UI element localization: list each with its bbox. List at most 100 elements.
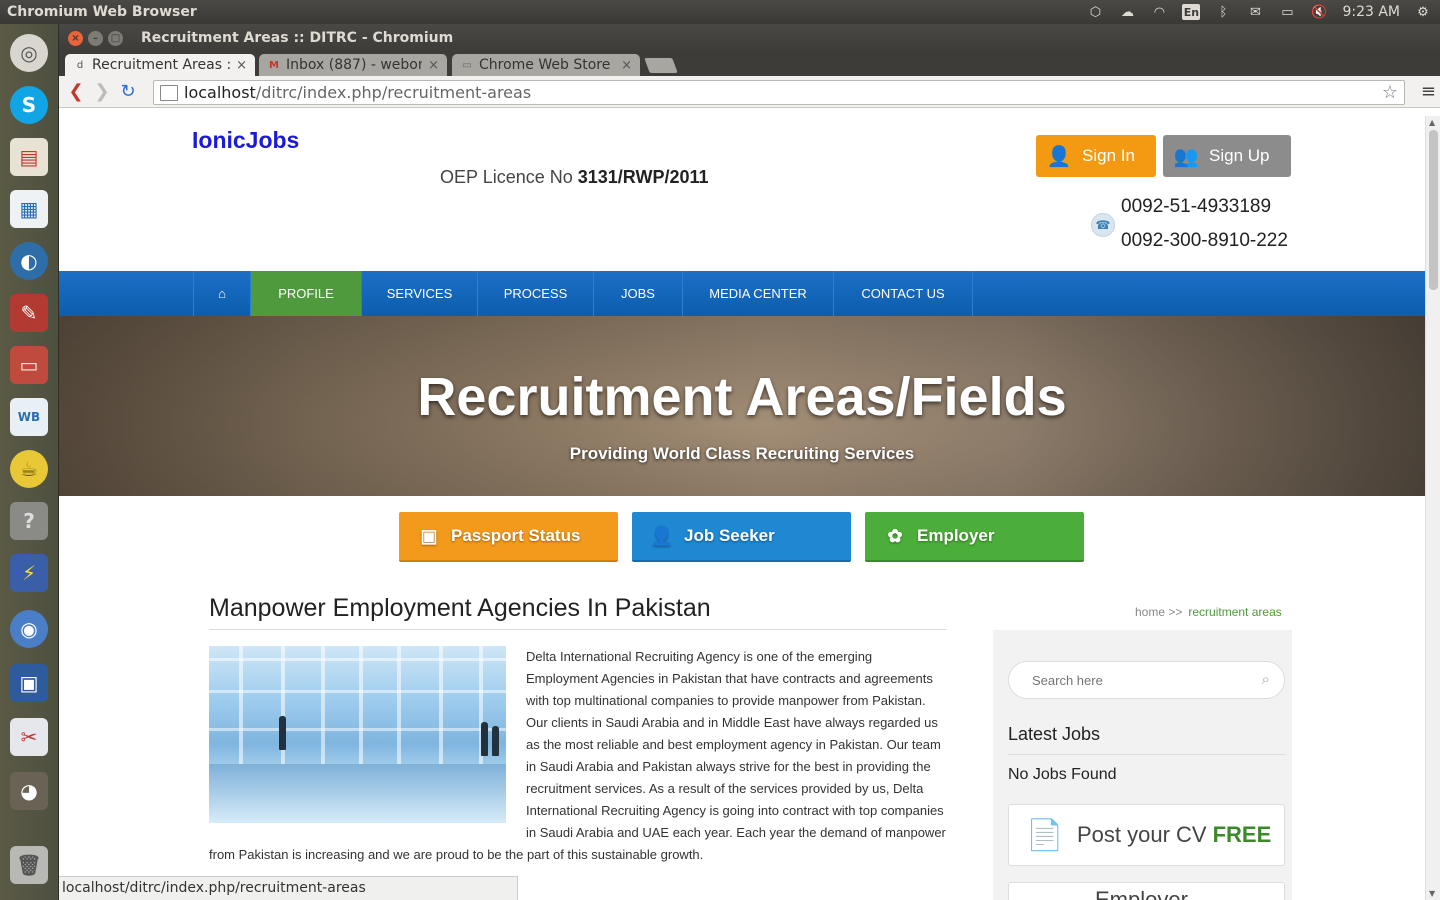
forward-arrow-icon[interactable]: ❯ (89, 79, 115, 105)
post-cv-banner[interactable]: 📄 Post your CV FREE (1008, 804, 1285, 866)
status-bubble: localhost/ditrc/index.php/recruitment-ar… (59, 876, 518, 900)
system-app-title: Chromium Web Browser (7, 4, 197, 20)
passport-status-button[interactable]: ▣ Passport Status (399, 512, 618, 562)
teapot-icon[interactable]: ☕ (5, 446, 53, 492)
store-favicon-icon: ▭ (462, 59, 472, 71)
image-beam (209, 658, 506, 661)
breadcrumb: home >> recruitment areas (1135, 605, 1282, 619)
scroll-thumb[interactable] (1429, 130, 1438, 290)
nav-contact-us[interactable]: CONTACT US (833, 271, 973, 316)
remote-desktop-icon[interactable]: ⚡ (5, 550, 53, 596)
mail-icon[interactable]: ✉ (1246, 4, 1264, 20)
window-close-icon[interactable]: × (68, 30, 83, 46)
users-group-icon: 👥 (1173, 145, 1199, 168)
document-icon: 📄 (1026, 818, 1064, 852)
bookmark-star-icon[interactable]: ☆ (1382, 82, 1398, 103)
window-title: Recruitment Areas :: DITRC - Chromium (141, 30, 454, 46)
window-maximize-icon[interactable]: □ (108, 30, 123, 46)
search-icon[interactable]: ⌕ (1262, 671, 1270, 688)
job-seeker-button[interactable]: 👤 Job Seeker (632, 512, 851, 562)
nav-media-center[interactable]: MEDIA CENTER (682, 271, 833, 316)
mysql-workbench-icon[interactable]: WB (5, 394, 53, 440)
help-icon[interactable]: ? (5, 498, 53, 544)
sign-up-label: Sign Up (1209, 146, 1270, 165)
page-scrollbar[interactable]: ▲ ▼ (1425, 116, 1440, 900)
wifi-icon[interactable]: ◠ (1150, 4, 1168, 20)
home-icon: ⌂ (218, 286, 226, 301)
impress-icon[interactable]: ▤ (5, 134, 53, 180)
keyboard-layout-indicator[interactable]: En (1182, 4, 1201, 20)
battery-icon[interactable]: ▭ (1278, 4, 1296, 20)
browser-toolbar: ❮ ❯ ↻ localhost/ditrc/index.php/recruitm… (59, 76, 1440, 108)
tab-label: Recruitment Areas :: DITRC (92, 57, 230, 73)
employer-button[interactable]: ✿ Employer (865, 512, 1084, 562)
reload-icon[interactable]: ↻ (115, 79, 141, 105)
image-beam (209, 690, 506, 693)
skype-icon[interactable]: S (5, 82, 53, 128)
clock[interactable]: 9:23 AM (1342, 4, 1400, 20)
browser-menu-icon[interactable]: ≡ (1421, 81, 1436, 102)
gmail-favicon-icon: M (269, 59, 279, 71)
group-icon: ✿ (887, 525, 903, 546)
system-tray: ⬡ ☁ ◠ En ᛒ ✉ ▭ 🔇 9:23 AM ⚙ (1086, 0, 1432, 24)
tab-inbox[interactable]: M Inbox (887) - webone × (259, 54, 447, 76)
chromium-icon[interactable]: ◉ (5, 606, 53, 652)
scroll-up-arrow-icon[interactable]: ▲ (1429, 118, 1435, 127)
dash-home-icon[interactable]: ◎ (5, 30, 53, 76)
system-settings-icon[interactable]: ✎ (5, 290, 53, 336)
tab-close-icon[interactable]: × (621, 58, 632, 73)
sign-up-button[interactable]: 👥 Sign Up (1163, 135, 1291, 177)
phone-number-2: 0092-300-8910-222 (1121, 230, 1288, 251)
new-tab-button[interactable] (644, 58, 678, 73)
page-heading: Manpower Employment Agencies In Pakistan (209, 594, 711, 622)
address-bar[interactable]: localhost/ditrc/index.php/recruitment-ar… (153, 80, 1405, 105)
site-logo[interactable]: IonicJobs (192, 127, 299, 154)
tab-close-icon[interactable]: × (236, 58, 247, 73)
nav-services[interactable]: SERVICES (361, 271, 477, 316)
settings-gear-icon[interactable]: ⚙ (1414, 4, 1432, 20)
tab-close-icon[interactable]: × (428, 58, 439, 73)
thunderbird-icon[interactable]: ◐ (5, 238, 53, 284)
tab-strip: d Recruitment Areas :: DITRC × M Inbox (… (59, 52, 1440, 76)
nav-profile[interactable]: PROFILE (250, 271, 361, 316)
page-icon (160, 84, 178, 101)
writer-icon[interactable]: ▦ (5, 186, 53, 232)
nav-process[interactable]: PROCESS (477, 271, 593, 316)
url-path: /ditrc/index.php/recruitment-areas (255, 83, 532, 102)
screenshot-icon[interactable]: ✂ (5, 714, 53, 760)
nav-jobs[interactable]: JOBS (593, 271, 682, 316)
breadcrumb-home[interactable]: home >> (1135, 605, 1182, 619)
tab-label: Chrome Web Store - (479, 57, 616, 73)
person-icon: 👤 (650, 525, 674, 546)
unity-launcher: ◎ S ▤ ▦ ◐ ✎ ▭ WB ☕ ? ⚡ ◉ ▣ ✂ ◕ 🗑 (0, 24, 59, 900)
files-icon[interactable]: ▭ (5, 342, 53, 388)
user-icon: 👤 (1046, 145, 1072, 168)
search-input[interactable] (1032, 672, 1242, 688)
post-cv-free: FREE (1212, 822, 1272, 847)
sidebar-search[interactable]: ⌕ (1008, 661, 1285, 699)
back-arrow-icon[interactable]: ❮ (63, 79, 89, 105)
cloud-icon[interactable]: ☁ (1118, 4, 1136, 20)
employer-label: Employer (917, 526, 995, 545)
licence-prefix: OEP Licence No (440, 167, 578, 187)
tab-recruitment-areas[interactable]: d Recruitment Areas :: DITRC × (65, 54, 255, 76)
image-person (492, 726, 499, 756)
sidebar: ⌕ Latest Jobs No Jobs Found 📄 Post your … (993, 630, 1292, 900)
window-minimize-icon[interactable]: – (88, 30, 103, 46)
network-manager-icon[interactable]: ⬡ (1086, 4, 1104, 20)
gimp-icon[interactable]: ◕ (5, 768, 53, 814)
volume-muted-icon[interactable]: 🔇 (1310, 4, 1328, 20)
scroll-down-arrow-icon[interactable]: ▼ (1429, 889, 1435, 898)
sign-in-button[interactable]: 👤 Sign In (1036, 135, 1156, 177)
employer-card[interactable]: Employer (1008, 882, 1285, 900)
virtualbox-icon[interactable]: ▣ (5, 660, 53, 706)
licence-text: OEP Licence No 3131/RWP/2011 (440, 167, 709, 188)
tab-chrome-web-store[interactable]: ▭ Chrome Web Store - × (452, 54, 640, 76)
delta-favicon-icon: d (76, 59, 84, 71)
trash-icon[interactable]: 🗑 (5, 842, 53, 888)
image-person (481, 722, 488, 756)
nav-home[interactable]: ⌂ (193, 271, 250, 316)
window-titlebar[interactable]: × – □ Recruitment Areas :: DITRC - Chrom… (59, 24, 1440, 52)
bluetooth-icon[interactable]: ᛒ (1214, 4, 1232, 20)
job-seeker-label: Job Seeker (684, 526, 775, 545)
